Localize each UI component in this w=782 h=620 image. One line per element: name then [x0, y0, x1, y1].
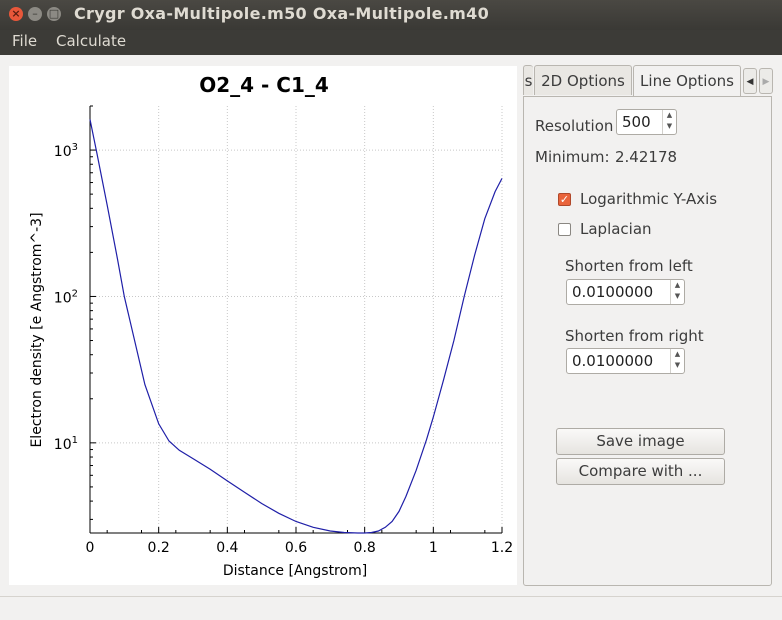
plot-area: O2_4 - C1_4 0 0.2 0.4 0.6 0.8 1 1.2 101 102 103 … [9, 66, 517, 585]
tab-scroll-left-icon[interactable]: ◀ [743, 68, 757, 94]
x-tick-label: 0.2 [148, 540, 170, 556]
y-tick-label: 102 [54, 288, 78, 306]
laplacian-label[interactable]: Laplacian [580, 220, 652, 238]
shorten-right-label: Shorten from right [565, 327, 704, 345]
x-tick-label: 1 [429, 540, 438, 556]
save-image-button[interactable]: Save image [556, 428, 725, 455]
y-tick-label: 103 [54, 142, 78, 160]
spin-arrows-icon[interactable]: ▲ ▼ [670, 280, 684, 304]
resolution-value: 500 [622, 113, 651, 131]
y-tick-labels: 101 102 103 [54, 142, 78, 453]
window-title: Crygr Oxa-Multipole.m50 Oxa-Multipole.m4… [74, 4, 490, 23]
resolution-label: Resolution [535, 117, 614, 135]
menu-file[interactable]: File [12, 32, 37, 50]
shorten-right-value: 0.0100000 [572, 352, 654, 370]
shorten-left-spinbox[interactable]: 0.0100000 ▲ ▼ [566, 279, 685, 305]
title-bar: × – □ Crygr Oxa-Multipole.m50 Oxa-Multip… [0, 0, 782, 30]
shorten-right-spinbox[interactable]: 0.0100000 ▲ ▼ [566, 348, 685, 374]
x-tick-label: 0.8 [354, 540, 376, 556]
shorten-left-label: Shorten from left [565, 257, 693, 275]
tab-2d-options[interactable]: 2D Options [534, 65, 632, 95]
line-chart: O2_4 - C1_4 0 0.2 0.4 0.6 0.8 1 1.2 101102103 … [29, 73, 514, 579]
menu-calculate[interactable]: Calculate [56, 32, 126, 50]
x-axis-label: Distance [Angstrom] [223, 563, 367, 579]
chart-title: O2_4 - C1_4 [199, 73, 329, 97]
spin-arrows-icon[interactable]: ▲ ▼ [670, 349, 684, 373]
laplacian-checkbox[interactable] [558, 223, 571, 236]
shorten-left-value: 0.0100000 [572, 283, 654, 301]
x-tick-label: 0.6 [285, 540, 307, 556]
minimum-label: Minimum: [535, 148, 610, 166]
tab-hidden-partial[interactable]: s [523, 65, 533, 95]
minimum-value: 2.42178 [615, 148, 678, 166]
log-y-label[interactable]: Logarithmic Y-Axis [580, 190, 717, 208]
x-tick-label: 0.4 [216, 540, 238, 556]
status-bar [0, 596, 782, 620]
tab-scroll-right-icon[interactable]: ▶ [759, 68, 773, 94]
x-tick-label: 1.2 [491, 540, 513, 556]
x-tick-labels: 0 0.2 0.4 0.6 0.8 1 1.2 [86, 540, 514, 556]
menu-bar: File Calculate [0, 30, 782, 55]
grid-lines [90, 106, 503, 533]
x-tick-label: 0 [86, 540, 95, 556]
maximize-icon[interactable]: □ [47, 7, 61, 21]
y-tick-label: 101 [54, 435, 78, 453]
compare-with-button[interactable]: Compare with ... [556, 458, 725, 485]
minimize-icon[interactable]: – [28, 7, 42, 21]
resolution-spinbox[interactable]: 500 ▲ ▼ [616, 109, 677, 135]
tab-line-options[interactable]: Line Options [633, 65, 741, 97]
log-y-checkbox[interactable]: ✓ [558, 193, 571, 206]
tab-partial-label: s [524, 72, 533, 90]
close-icon[interactable]: × [9, 7, 23, 21]
y-axis-label: Electron density [e Angstrom^-3] [29, 212, 45, 447]
spin-arrows-icon[interactable]: ▲ ▼ [662, 110, 676, 134]
